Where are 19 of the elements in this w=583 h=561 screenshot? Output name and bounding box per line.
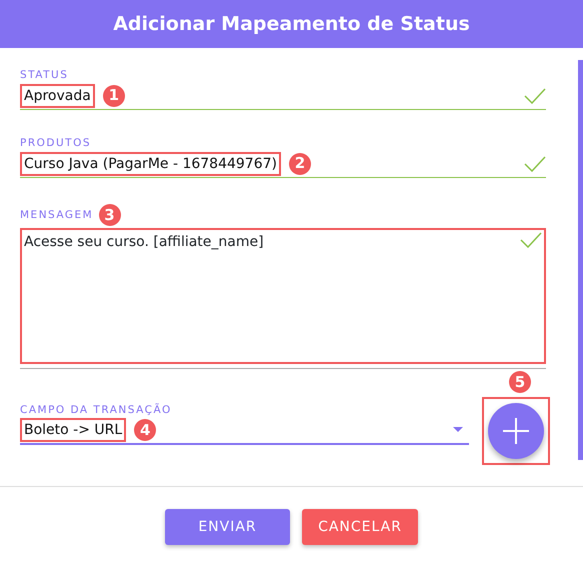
select-field[interactable]: Boleto -> URL 4: [20, 417, 469, 445]
annotation-marker: 5: [509, 371, 531, 393]
field-label: STATUS: [20, 68, 68, 82]
input-field[interactable]: Aprovada 1: [20, 82, 546, 110]
annotation-marker: 2: [289, 152, 311, 174]
annotation-marker: 1: [102, 84, 125, 106]
dropdown-caret-icon[interactable]: [453, 427, 463, 433]
field-label: PRODUTOS: [20, 136, 92, 150]
submit-button[interactable]: ENVIAR: [165, 509, 290, 545]
plus-icon: [503, 418, 529, 444]
annotation-marker: 4: [134, 419, 156, 441]
field-label: CAMPO DA TRANSAÇÃO: [20, 403, 172, 417]
scrollbar-thumb[interactable]: [578, 60, 583, 460]
dialog-title: Adicionar Mapeamento de Status: [0, 0, 583, 48]
message-textarea[interactable]: Acesse seu curso. [affiliate_name]: [20, 228, 546, 364]
input-field[interactable]: Curso Java (PagarMe - 1678449767) 2: [20, 150, 546, 178]
add-button[interactable]: [488, 403, 544, 459]
field-label: MENSAGEM: [20, 208, 94, 222]
annotation-marker: 3: [99, 204, 122, 226]
